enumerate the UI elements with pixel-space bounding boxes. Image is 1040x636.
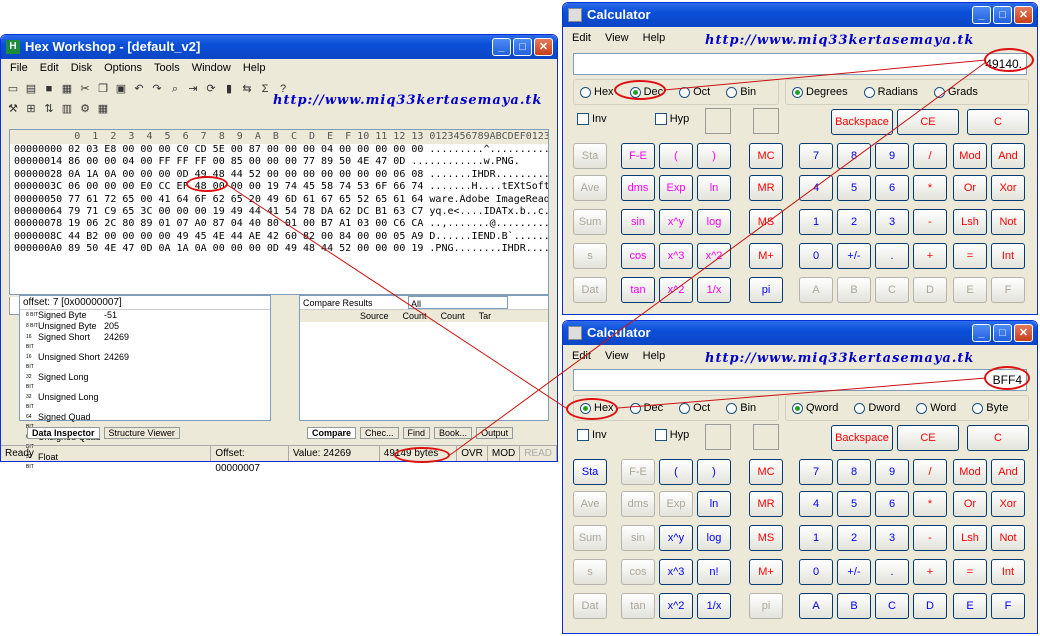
annotation-lines [225,59,987,456]
